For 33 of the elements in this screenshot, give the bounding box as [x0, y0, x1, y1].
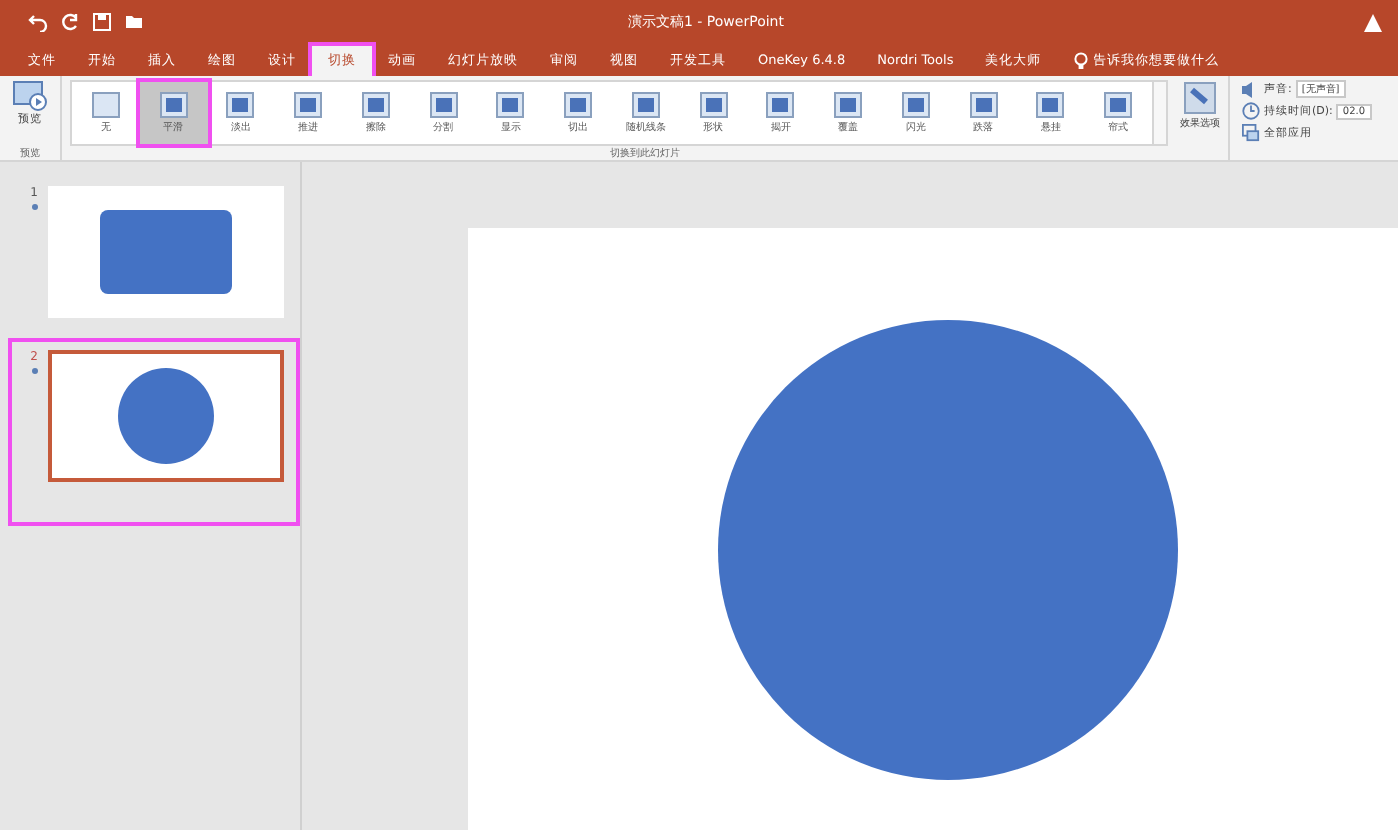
folder-icon[interactable] — [124, 12, 144, 32]
slide-thumbnail[interactable] — [48, 350, 284, 482]
circle-shape[interactable] — [716, 318, 1180, 782]
transition-icon — [564, 92, 593, 118]
apply-all-icon — [1242, 124, 1260, 142]
transition-icon — [496, 92, 525, 118]
effect-options-icon — [1184, 82, 1216, 114]
transition-icon — [226, 92, 255, 118]
transition-icon — [766, 92, 795, 118]
warning-icon — [1364, 13, 1382, 31]
lightbulb-icon — [1073, 51, 1088, 69]
transition-marker-icon — [31, 204, 37, 210]
rectangle-shape — [100, 210, 232, 294]
transition-icon — [969, 92, 998, 118]
circle-shape — [116, 366, 216, 466]
transition-icon — [294, 92, 323, 118]
undo-icon[interactable] — [28, 12, 48, 32]
preview-icon[interactable] — [12, 80, 48, 112]
transition-icon — [834, 92, 863, 118]
transition-icon — [1104, 92, 1133, 118]
clock-icon — [1242, 102, 1260, 120]
transition-icon — [699, 92, 728, 118]
transition-marker-icon — [31, 368, 37, 374]
transition-icon — [631, 92, 660, 118]
gallery-scrollbar[interactable] — [1152, 82, 1166, 144]
transition-icon — [429, 92, 458, 118]
transition-icon — [1036, 92, 1065, 118]
transition-icon — [91, 92, 120, 118]
save-icon[interactable] — [92, 12, 112, 32]
transition-icon — [901, 92, 930, 118]
transition-icon — [361, 92, 390, 118]
redo-icon[interactable] — [60, 12, 80, 32]
transition-icon — [159, 92, 188, 118]
